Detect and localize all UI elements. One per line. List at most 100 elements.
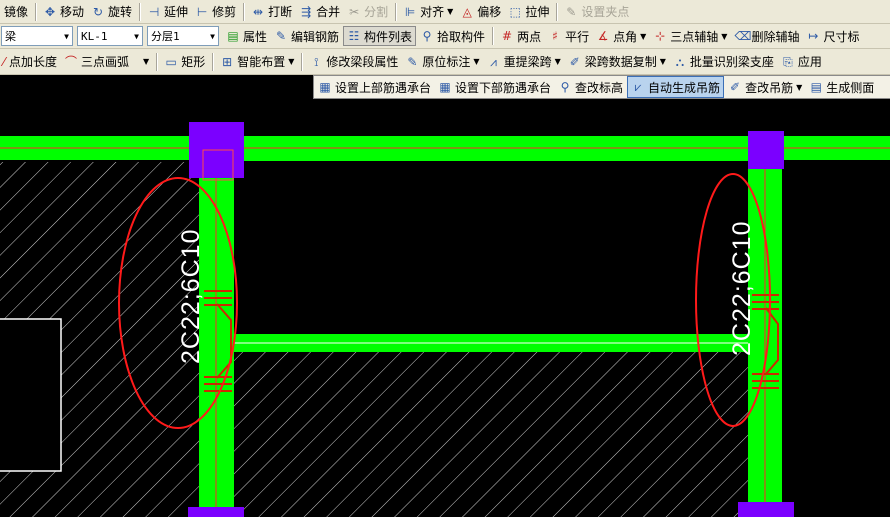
component-list-button[interactable]: ☷ 构件列表 (343, 26, 417, 46)
hanger-label-right: 2C22;6C10 (728, 221, 756, 356)
copy-span-data-button[interactable]: ✐ 梁跨数据复制 ▼ (565, 52, 669, 72)
offset-button[interactable]: ◬ 偏移 (457, 2, 504, 22)
separator (212, 52, 215, 71)
align-icon: ⊫ (404, 4, 416, 19)
dropdown-arrow-icon: ▼ (288, 57, 295, 66)
drawing-canvas[interactable]: 2C22;6C10 2C22;6C10 (0, 74, 890, 517)
chevron-down-icon: ▼ (210, 31, 215, 41)
edit-rebar-icon: ✎ (275, 29, 287, 43)
component-toolbar: 梁 ▼ KL-1 ▼ 分层1 ▼ ▤ 属性 ✎ 编辑钢筋 ☷ 构件列表 ⚲ 拾取构件 # 两点 … (0, 24, 890, 49)
dropdown-arrow-icon: ▼ (796, 82, 803, 92)
dropdown-arrow-icon: ▼ (143, 57, 150, 66)
identify-icon: ⛬ (675, 54, 685, 69)
set-grip-button[interactable]: ✎ 设置夹点 (561, 2, 632, 22)
stretch-icon: ⬚ (509, 4, 521, 19)
smart-layout-icon: ⊞ (222, 54, 233, 69)
break-button[interactable]: ⇹ 打断 (248, 2, 295, 22)
check-elevation-button[interactable]: ⚲ 查改标高 (555, 77, 626, 97)
dropdown-arrow-icon: ▼ (659, 57, 666, 66)
column-top-right[interactable] (748, 131, 784, 169)
in-situ-label-button[interactable]: ✎ 原位标注 ▼ (402, 52, 482, 72)
split-button[interactable]: ✂ 分割 (344, 2, 391, 22)
modify-segment-props-button[interactable]: ⟟ 修改梁段属性 (306, 52, 401, 72)
separator (301, 52, 304, 71)
eyedropper-icon: ⚲ (422, 29, 432, 43)
separator (492, 27, 495, 45)
chevron-down-icon: ▼ (134, 31, 139, 41)
dropdown-arrow-icon: ▼ (554, 57, 561, 66)
brush-icon: ✐ (569, 54, 580, 69)
move-icon: ✥ (44, 4, 56, 19)
set-bottom-cap-button[interactable]: ▦ 设置下部筋遇承台 (435, 77, 554, 97)
beam-tools-toolbar: ▦ 设置上部筋遇承台 ▦ 设置下部筋遇承台 ⚲ 查改标高 ⩗ 自动生成吊筋 ✐ 查改吊筋 ▼… (313, 75, 890, 99)
side-rebar-icon: ▤ (810, 80, 822, 94)
dropdown-arrow-icon: ▼ (721, 31, 728, 41)
slab-hatch-middle (232, 352, 754, 517)
properties-button[interactable]: ▤ 属性 (223, 26, 270, 46)
re-span-button[interactable]: ⩘ 重提梁跨 ▼ (484, 52, 564, 72)
gen-side-button[interactable]: ▤ 生成侧面 (806, 77, 877, 97)
point-angle-button[interactable]: ∡ 点角 ▼ (593, 26, 649, 46)
grip-icon: ✎ (566, 4, 577, 19)
split-icon: ✂ (349, 4, 360, 19)
element-name-select[interactable]: KL-1 ▼ (77, 26, 143, 46)
trim-button[interactable]: ⊢ 修剪 (192, 2, 239, 22)
parallel-button[interactable]: ♯ 平行 (545, 26, 592, 46)
move-button[interactable]: ✥ 移动 (40, 2, 87, 22)
layer-select[interactable]: 分层1 ▼ (147, 26, 219, 46)
eraser-icon: ⌫ (734, 29, 752, 43)
dropdown-arrow-icon: ▼ (447, 7, 454, 16)
auto-hanger-button[interactable]: ⩗ 自动生成吊筋 (627, 76, 725, 98)
edit-hanger-icon: ✐ (730, 80, 741, 94)
rotate-button[interactable]: ↻ 旋转 (88, 2, 135, 22)
void-area (234, 162, 748, 334)
align-button[interactable]: ⊫ 对齐 ▼ (400, 2, 456, 22)
extend-icon: ⊣ (148, 4, 160, 19)
chevron-down-icon: ▼ (64, 31, 69, 41)
three-point-axis-button[interactable]: ⊹ 三点辅轴 ▼ (650, 26, 730, 46)
opening-rectangle[interactable] (0, 318, 62, 472)
two-points-button[interactable]: # 两点 (497, 26, 544, 46)
column-bottom-left[interactable] (188, 507, 244, 517)
hanger-label-left: 2C22;6C10 (177, 229, 205, 364)
break-icon: ⇹ (253, 4, 264, 19)
merge-button[interactable]: ⇶ 合并 (296, 2, 343, 22)
dimension-icon: ↦ (808, 29, 819, 43)
check-hanger-button[interactable]: ✐ 查改吊筋 ▼ (725, 77, 805, 97)
element-type-select[interactable]: 梁 ▼ (1, 26, 73, 46)
smart-layout-button[interactable]: ⊞ 智能布置 ▼ (217, 52, 297, 72)
re-span-icon: ⩘ (490, 54, 497, 69)
rotate-icon: ↻ (93, 4, 104, 19)
batch-identify-supports-button[interactable]: ⛬ 批量识别梁支座 (670, 52, 777, 72)
point-length-button[interactable]: ⁄ 点加长度 (1, 52, 60, 72)
edit-rebar-button[interactable]: ✎ 编辑钢筋 (271, 26, 342, 46)
mirror-button[interactable]: 镜像 (1, 2, 31, 22)
delete-axis-button[interactable]: ⌫ 删除辅轴 (731, 26, 802, 46)
pick-component-button[interactable]: ⚲ 拾取构件 (417, 26, 488, 46)
drawing-toolbar: ⁄ 点加长度 ⌒ 三点画弧 ▼ ▭ 矩形 ⊞ 智能布置 ▼ ⟟ 修改梁段属性 ✎ 原位标注 ▼ ⩘… (0, 49, 890, 75)
three-point-arc-button[interactable]: ⌒ 三点画弧 ▼ (61, 52, 152, 72)
arc-icon: ⌒ (65, 54, 78, 69)
dropdown-arrow-icon: ▼ (640, 31, 647, 41)
trim-icon: ⊢ (196, 4, 208, 19)
apply-button[interactable]: ⎘ 应用 (778, 52, 825, 72)
separator (35, 2, 38, 21)
search-icon: ⚲ (560, 80, 570, 94)
stretch-button[interactable]: ⬚ 拉伸 (505, 2, 552, 22)
set-top-cap-button[interactable]: ▦ 设置上部筋遇承台 (315, 77, 434, 97)
hanger-icon: ⩗ (634, 80, 642, 94)
rectangle-icon: ▭ (165, 54, 177, 69)
separator (139, 2, 142, 21)
three-point-axis-icon: ⊹ (655, 29, 666, 43)
extend-button[interactable]: ⊣ 延伸 (144, 2, 191, 22)
modify-props-icon: ⟟ (314, 54, 319, 69)
rectangle-button[interactable]: ▭ 矩形 (161, 52, 208, 72)
list-icon: ☷ (348, 29, 360, 43)
parallel-icon: ♯ (552, 29, 558, 43)
edit-toolbar: 镜像 ✥ 移动 ↻ 旋转 ⊣ 延伸 ⊢ 修剪 ⇹ 打断 ⇶ 合并 ✂ 分割 ⊫ 对齐 ▼ ◬ 偏移 … (0, 0, 890, 24)
column-bottom-right[interactable] (738, 502, 794, 517)
dimension-button[interactable]: ↦ 尺寸标 (803, 26, 862, 46)
merge-icon: ⇶ (301, 4, 312, 19)
separator (243, 2, 246, 21)
label-icon: ✎ (407, 54, 418, 69)
